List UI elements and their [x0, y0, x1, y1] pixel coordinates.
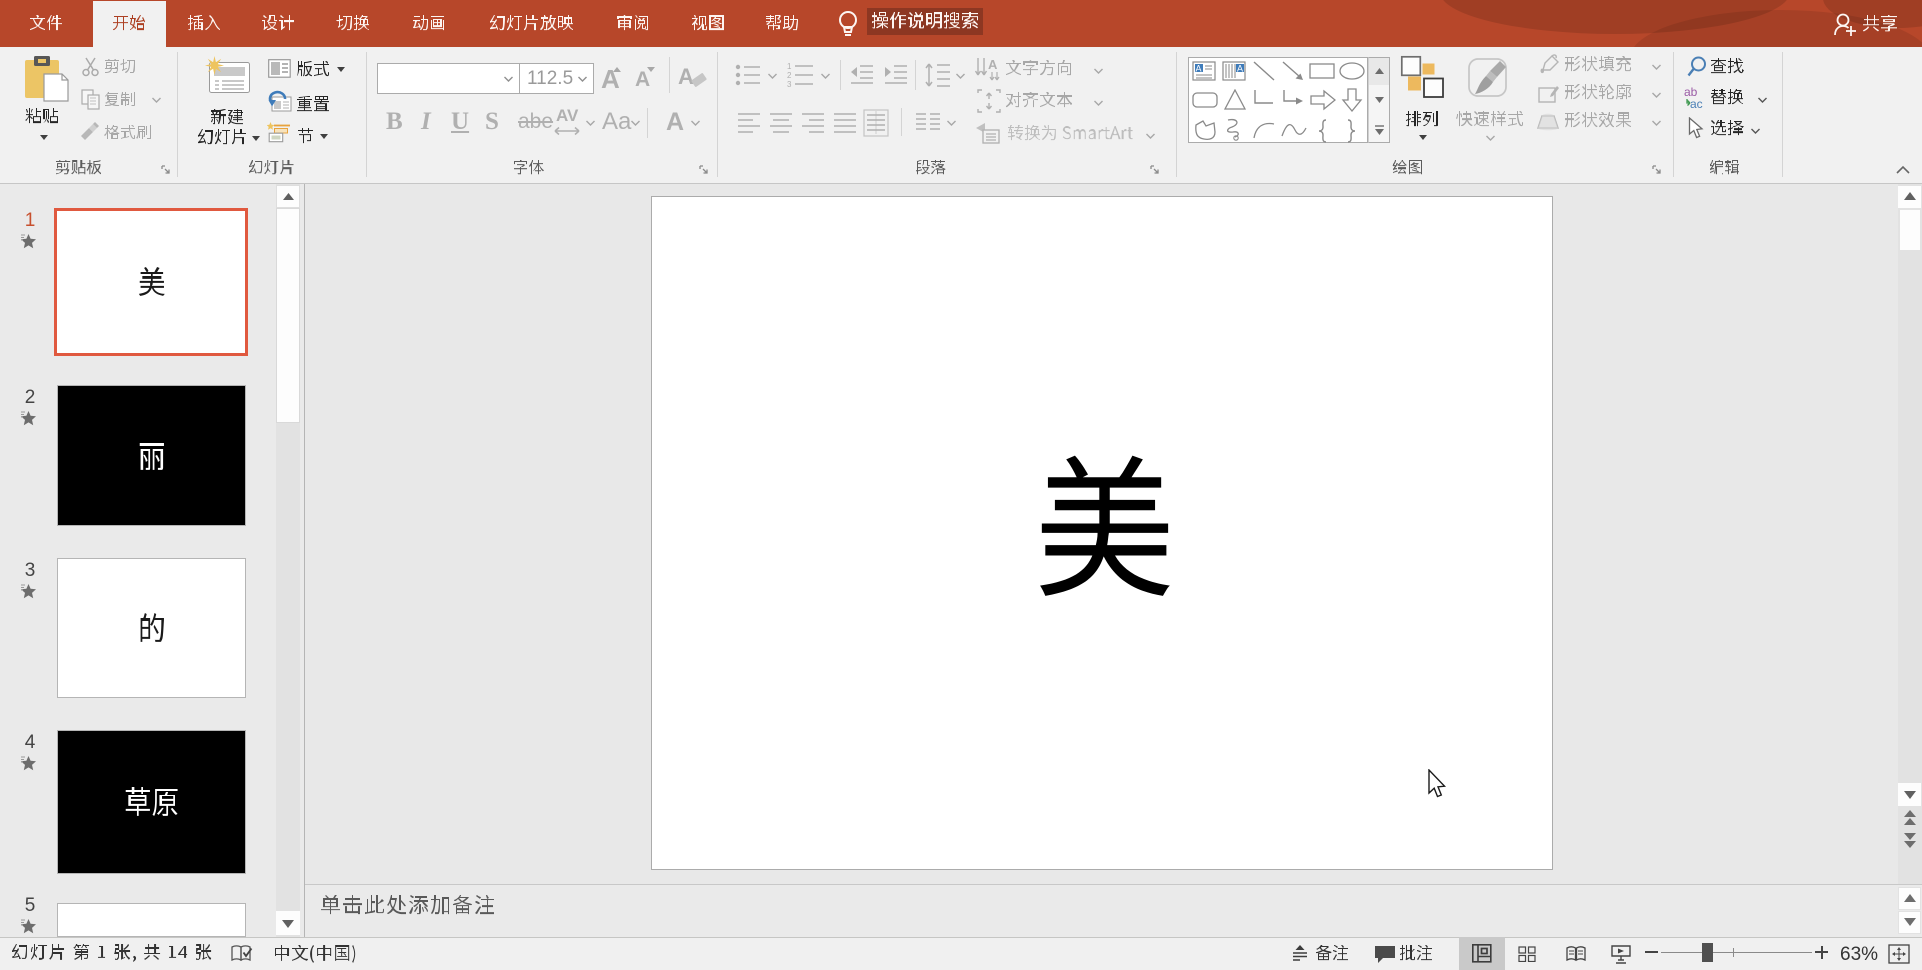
- svg-text:3: 3: [787, 80, 792, 88]
- svg-text:ac: ac: [1690, 97, 1703, 110]
- svg-text:1: 1: [787, 62, 792, 71]
- svg-text:A: A: [1237, 64, 1243, 74]
- svg-text:2: 2: [787, 71, 792, 80]
- svg-text:A: A: [1196, 64, 1202, 74]
- svg-text:A: A: [988, 57, 998, 72]
